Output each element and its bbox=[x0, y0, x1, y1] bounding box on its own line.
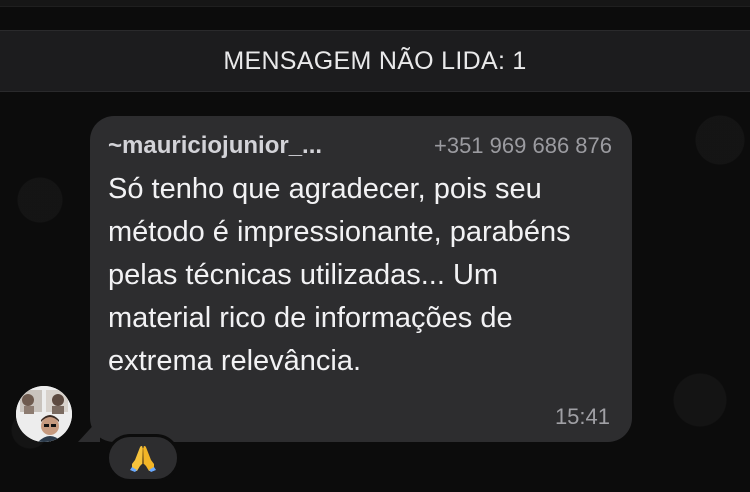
message-header: ~mauriciojunior_... +351 969 686 876 bbox=[108, 132, 612, 160]
message-text: Só tenho que agradecer, pois seu método … bbox=[108, 173, 571, 377]
avatar-photo-icon bbox=[16, 386, 72, 442]
bubble-tail bbox=[78, 418, 100, 442]
reaction-badge[interactable] bbox=[106, 434, 180, 482]
folded-hands-icon bbox=[130, 446, 156, 472]
unread-messages-label: MENSAGEM NÃO LIDA: 1 bbox=[223, 46, 527, 75]
message-bubble[interactable]: ~mauriciojunior_... +351 969 686 876 Só … bbox=[90, 116, 632, 442]
sender-phone: +351 969 686 876 bbox=[433, 133, 612, 158]
unread-messages-banner: MENSAGEM NÃO LIDA: 1 bbox=[0, 30, 750, 92]
sender-name[interactable]: ~mauriciojunior_... bbox=[108, 132, 322, 160]
previous-message-edge bbox=[0, 0, 750, 7]
sender-avatar[interactable] bbox=[16, 386, 72, 442]
message-timestamp: 15:41 bbox=[554, 404, 610, 429]
